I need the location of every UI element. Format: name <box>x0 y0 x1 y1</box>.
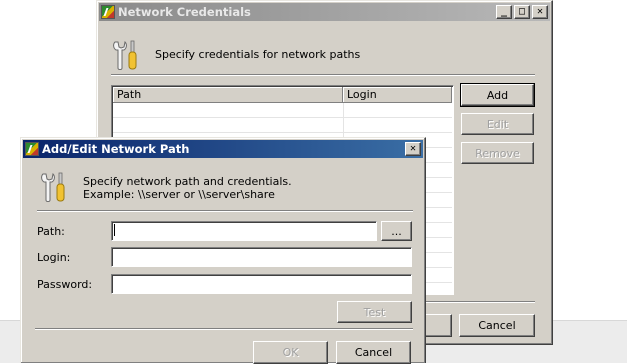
list-row <box>113 103 452 118</box>
list-header: Path Login <box>113 87 452 103</box>
minimize-button[interactable]: _ <box>496 5 512 19</box>
close-button[interactable]: ✕ <box>532 5 548 19</box>
password-label: Password: <box>37 278 93 291</box>
add-edit-header-separator <box>37 210 413 212</box>
add-button[interactable]: Add <box>460 83 535 107</box>
list-row <box>113 118 452 133</box>
add-edit-description-line1: Specify network path and credentials. <box>83 175 292 188</box>
column-header-path[interactable]: Path <box>113 87 343 103</box>
login-input[interactable] <box>111 247 412 267</box>
network-credentials-title: Network Credentials <box>118 5 251 19</box>
browse-button[interactable]: ... <box>381 221 412 241</box>
login-label: Login: <box>37 251 71 264</box>
path-label: Path: <box>37 225 65 238</box>
add-edit-ok-button[interactable]: OK <box>253 341 328 364</box>
close-button[interactable]: ✕ <box>405 142 421 156</box>
wrench-screwdriver-icon <box>41 172 65 202</box>
add-edit-title: Add/Edit Network Path <box>42 142 190 156</box>
header-separator <box>111 74 535 76</box>
network-credentials-description: Specify credentials for network paths <box>155 48 361 61</box>
app-logo-icon <box>101 5 115 19</box>
remove-button[interactable]: Remove <box>461 142 534 164</box>
test-button[interactable]: Test <box>337 301 412 323</box>
add-edit-description-line2: Example: \\server or \\server\share <box>83 188 275 201</box>
password-input[interactable] <box>111 274 412 294</box>
column-header-login[interactable]: Login <box>343 87 452 103</box>
text-caret <box>114 224 115 236</box>
wrench-screwdriver-icon <box>113 40 137 70</box>
add-edit-titlebar[interactable]: Add/Edit Network Path ✕ <box>23 140 423 158</box>
path-input[interactable] <box>111 221 377 241</box>
network-credentials-titlebar[interactable]: Network Credentials _ □ ✕ <box>99 3 550 21</box>
maximize-button[interactable]: □ <box>514 5 530 19</box>
add-edit-network-path-dialog: Add/Edit Network Path ✕ Specify network … <box>20 137 426 364</box>
network-cancel-button[interactable]: Cancel <box>459 314 535 337</box>
edit-button[interactable]: Edit <box>461 113 534 135</box>
add-edit-footer-separator <box>35 328 413 330</box>
add-edit-cancel-button[interactable]: Cancel <box>336 341 411 364</box>
app-logo-icon <box>25 142 39 156</box>
